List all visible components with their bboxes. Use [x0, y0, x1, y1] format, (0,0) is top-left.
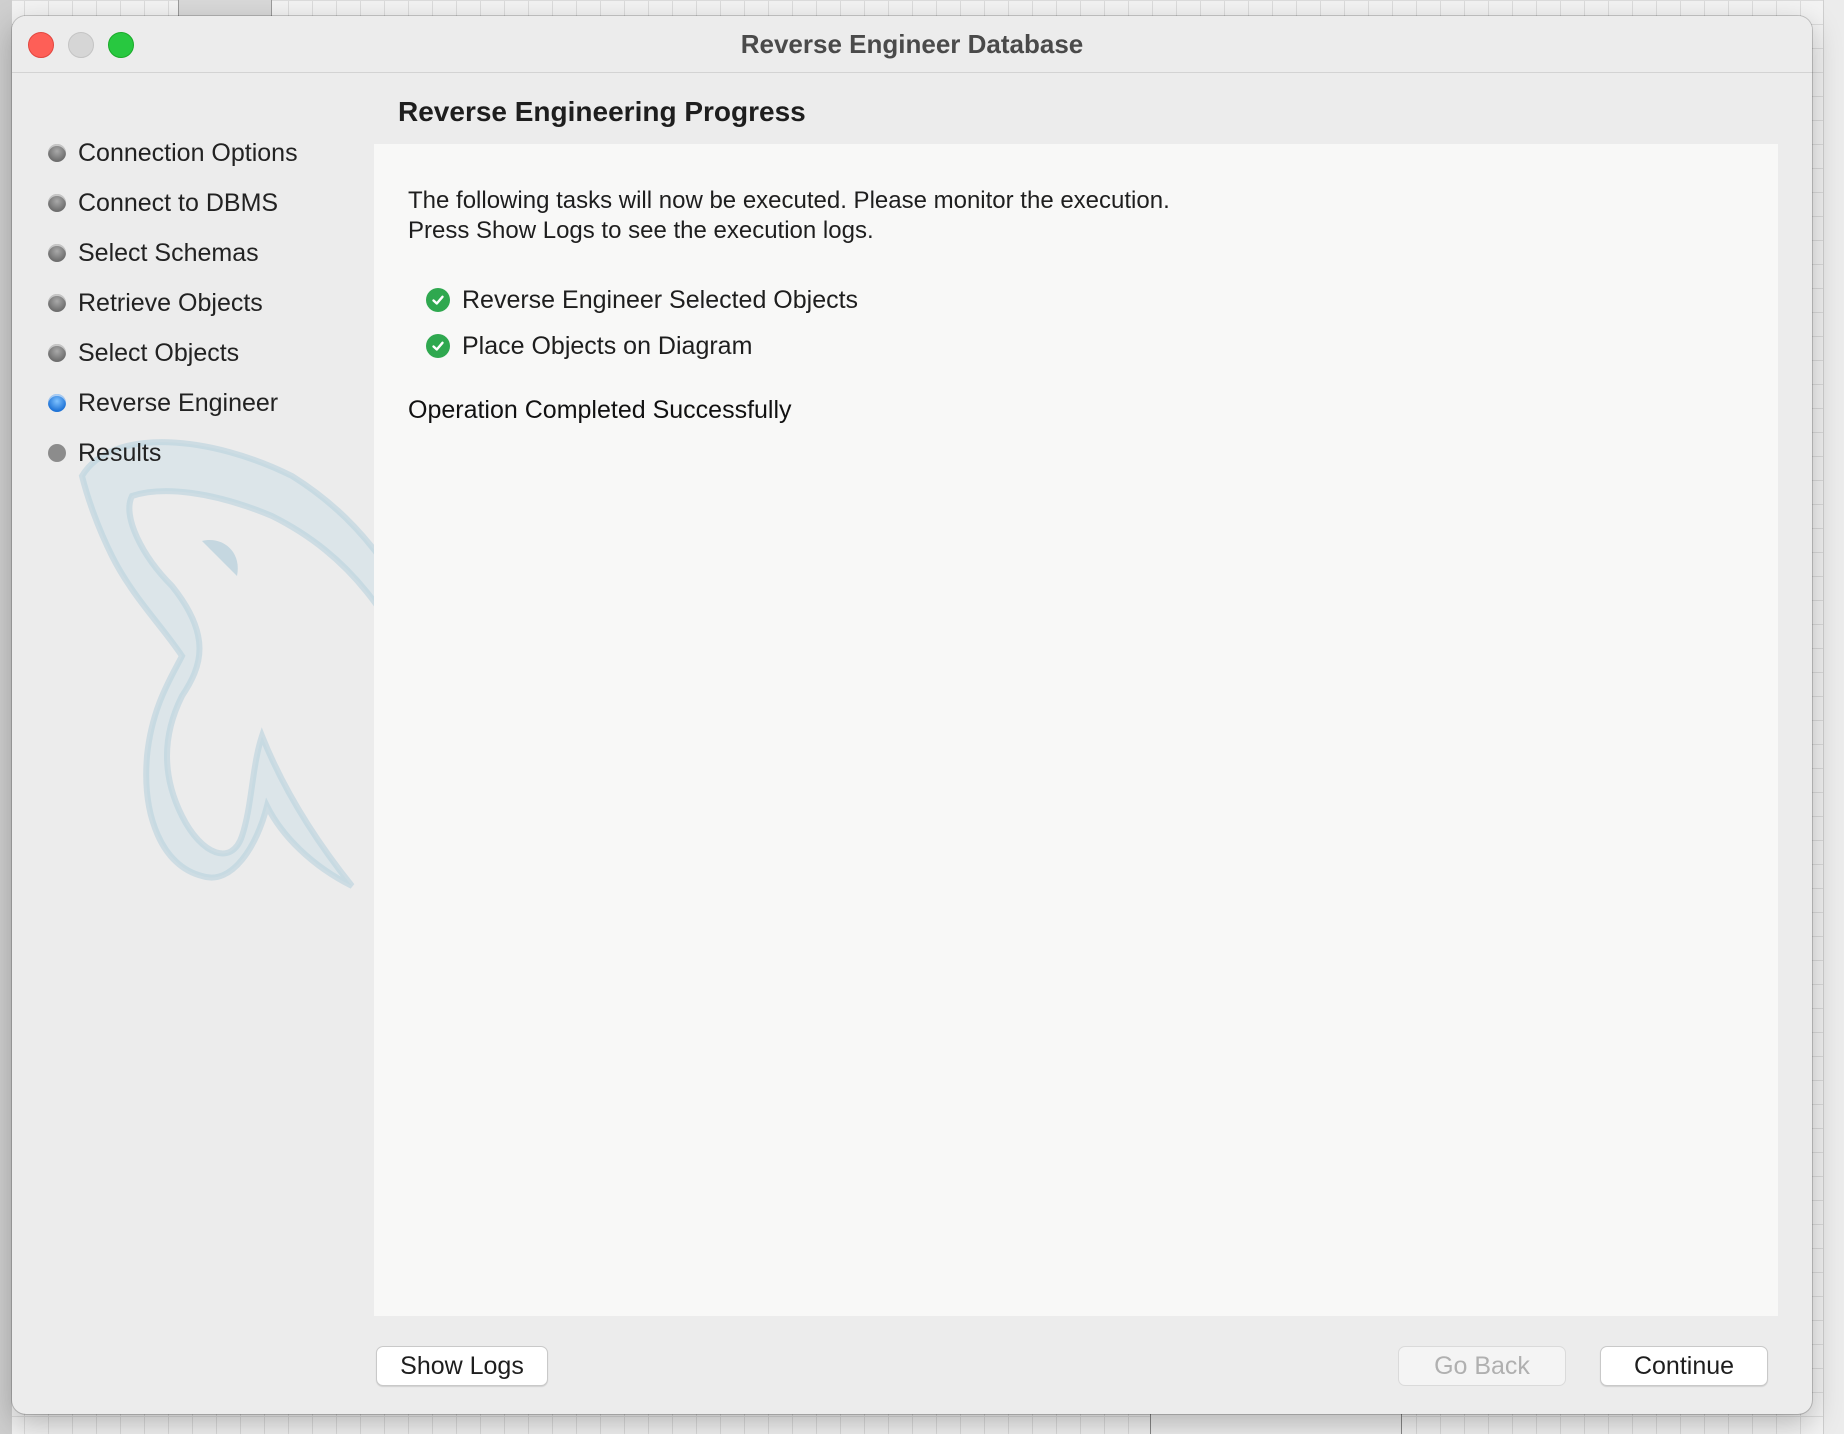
step-label: Select Objects [78, 338, 240, 367]
background-left-panel [0, 0, 12, 1434]
step-dot-icon [48, 194, 66, 212]
reverse-engineer-dialog: Reverse Engineer Database Connection Opt… [12, 16, 1812, 1414]
step-dot-icon [48, 294, 66, 312]
step-dot-pending-icon [48, 444, 66, 462]
step-select-schemas: Select Schemas [48, 235, 259, 271]
step-label: Retrieve Objects [78, 288, 263, 317]
background-diagram-node [178, 0, 272, 17]
intro-text: The following tasks will now be executed… [408, 186, 1170, 246]
step-label: Connect to DBMS [78, 188, 279, 217]
task-item: Place Objects on Diagram [426, 330, 752, 362]
intro-line-1: The following tasks will now be executed… [408, 187, 1170, 214]
status-message: Operation Completed Successfully [408, 396, 792, 424]
step-dot-icon [48, 344, 66, 362]
step-select-objects: Select Objects [48, 335, 239, 371]
window-title: Reverse Engineer Database [740, 29, 1084, 59]
wizard-steps-sidebar: Connection Options Connect to DBMS Selec… [12, 73, 372, 1414]
page-title: Reverse Engineering Progress [398, 96, 806, 127]
title-bar: Reverse Engineer Database [12, 16, 1812, 73]
step-dot-icon [48, 144, 66, 162]
step-label: Results [78, 438, 162, 467]
step-retrieve-objects: Retrieve Objects [48, 285, 263, 321]
background-right-scrollbar [1823, 0, 1844, 1434]
step-connection-options: Connection Options [48, 135, 298, 171]
go-back-button[interactable]: Go Back [1398, 1346, 1566, 1386]
check-circle-icon [426, 288, 450, 312]
step-label: Connection Options [78, 138, 298, 167]
progress-panel: The following tasks will now be executed… [374, 144, 1778, 1316]
continue-button[interactable]: Continue [1600, 1346, 1768, 1386]
check-circle-icon [426, 334, 450, 358]
step-label: Select Schemas [78, 238, 259, 267]
step-connect-to-dbms: Connect to DBMS [48, 185, 278, 221]
task-item: Reverse Engineer Selected Objects [426, 284, 858, 316]
intro-line-2: Press Show Logs to see the execution log… [408, 217, 874, 244]
step-dot-icon [48, 244, 66, 262]
step-results: Results [48, 435, 161, 471]
task-label: Place Objects on Diagram [462, 331, 753, 360]
step-reverse-engineer: Reverse Engineer [48, 385, 278, 421]
step-label: Reverse Engineer [78, 388, 279, 417]
task-label: Reverse Engineer Selected Objects [462, 285, 859, 314]
step-dot-active-icon [48, 394, 66, 412]
show-logs-button[interactable]: Show Logs [376, 1346, 548, 1386]
